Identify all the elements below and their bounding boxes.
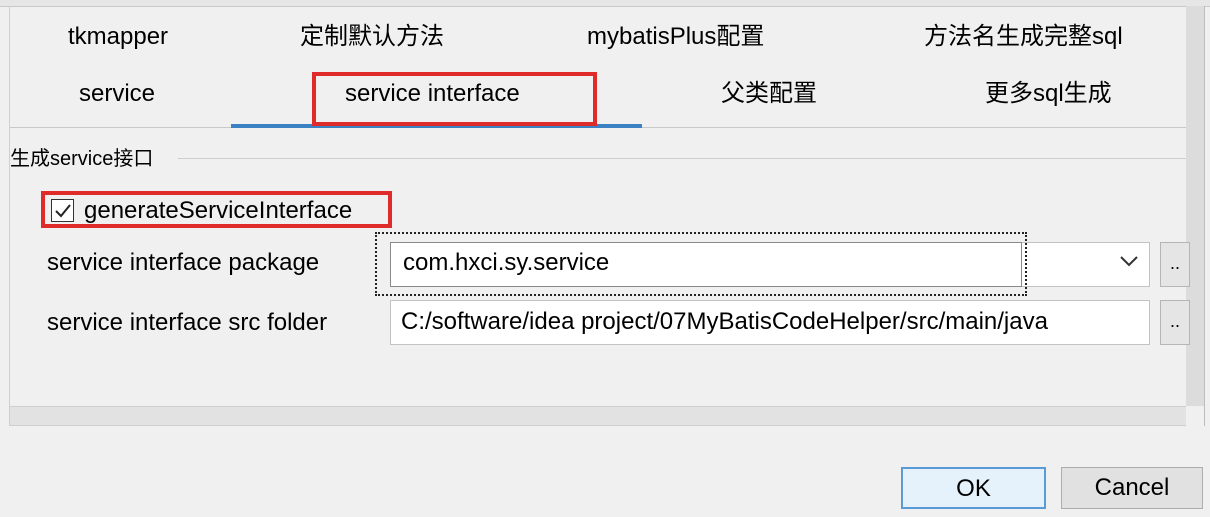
- group-title: 生成service接口: [10, 148, 154, 170]
- tab-more-sql[interactable]: 更多sql生成: [985, 79, 1112, 109]
- tab-mybatisplus-config[interactable]: mybatisPlus配置: [587, 22, 764, 52]
- src-folder-browse-button[interactable]: ..: [1160, 300, 1190, 345]
- focus-rectangle: [375, 232, 1027, 296]
- highlight-box-checkbox: [41, 191, 392, 228]
- group-divider: [178, 158, 1186, 159]
- horizontal-scrollbar[interactable]: [10, 406, 1186, 426]
- vertical-scrollbar[interactable]: [1186, 6, 1204, 406]
- tab-tkmapper[interactable]: tkmapper: [68, 22, 168, 52]
- tab-custom-default-methods[interactable]: 定制默认方法: [300, 22, 444, 52]
- tab-service[interactable]: service: [79, 79, 155, 109]
- package-label: service interface package: [47, 249, 320, 276]
- panel-left-border: [9, 6, 10, 426]
- src-folder-value[interactable]: C:/software/idea project/07MyBatisCodeHe…: [401, 306, 1048, 338]
- panel-right-border: [1204, 6, 1205, 426]
- ok-button[interactable]: OK: [901, 467, 1046, 509]
- cancel-button[interactable]: Cancel: [1061, 467, 1203, 509]
- window-top-border: [0, 0, 1210, 7]
- src-folder-label: service interface src folder: [47, 309, 328, 336]
- chevron-down-icon[interactable]: [1119, 254, 1139, 268]
- tab-parent-class-config[interactable]: 父类配置: [721, 79, 817, 109]
- tab-method-name-sql[interactable]: 方法名生成完整sql: [924, 22, 1123, 52]
- highlight-box-tab: [312, 72, 597, 126]
- package-browse-button[interactable]: ..: [1160, 242, 1190, 287]
